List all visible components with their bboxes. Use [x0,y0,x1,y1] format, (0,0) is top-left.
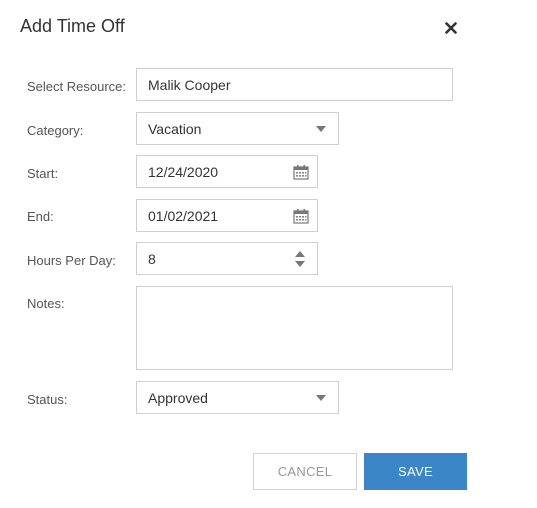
save-button[interactable]: SAVE [364,453,467,490]
cancel-button[interactable]: CANCEL [253,453,357,490]
start-date-value: 12/24/2020 [148,163,219,180]
resource-label: Select Resource: [27,79,126,94]
calendar-icon [293,164,309,180]
close-button[interactable] [441,18,461,38]
resource-input[interactable]: Malik Cooper [136,68,453,101]
start-label: Start: [27,166,59,181]
close-icon [445,22,457,34]
add-time-off-dialog: Add Time Off Select Resource: Malik Coop… [0,0,537,508]
status-value: Approved [148,389,208,406]
dialog-title: Add Time Off [20,16,125,36]
chevron-down-icon [316,125,326,132]
increment-button[interactable] [295,250,305,257]
hours-label: Hours Per Day: [27,253,116,268]
status-select[interactable]: Approved [136,381,339,414]
end-label: End: [27,209,54,224]
hours-value: 8 [148,250,156,267]
spinner-icon [295,250,305,267]
notes-textarea[interactable] [136,286,453,370]
notes-label: Notes: [27,296,65,311]
start-date-input[interactable]: 12/24/2020 [136,155,318,188]
category-select[interactable]: Vacation [136,112,339,145]
calendar-icon [293,208,309,224]
chevron-down-icon [316,394,326,401]
category-value: Vacation [148,120,202,137]
end-date-input[interactable]: 01/02/2021 [136,199,318,232]
end-calendar-button[interactable] [293,208,309,224]
status-label: Status: [27,392,68,407]
start-calendar-button[interactable] [293,164,309,180]
hours-per-day-input[interactable]: 8 [136,242,318,275]
decrement-button[interactable] [295,260,305,267]
category-label: Category: [27,123,84,138]
resource-value: Malik Cooper [148,76,231,93]
end-date-value: 01/02/2021 [148,207,219,224]
